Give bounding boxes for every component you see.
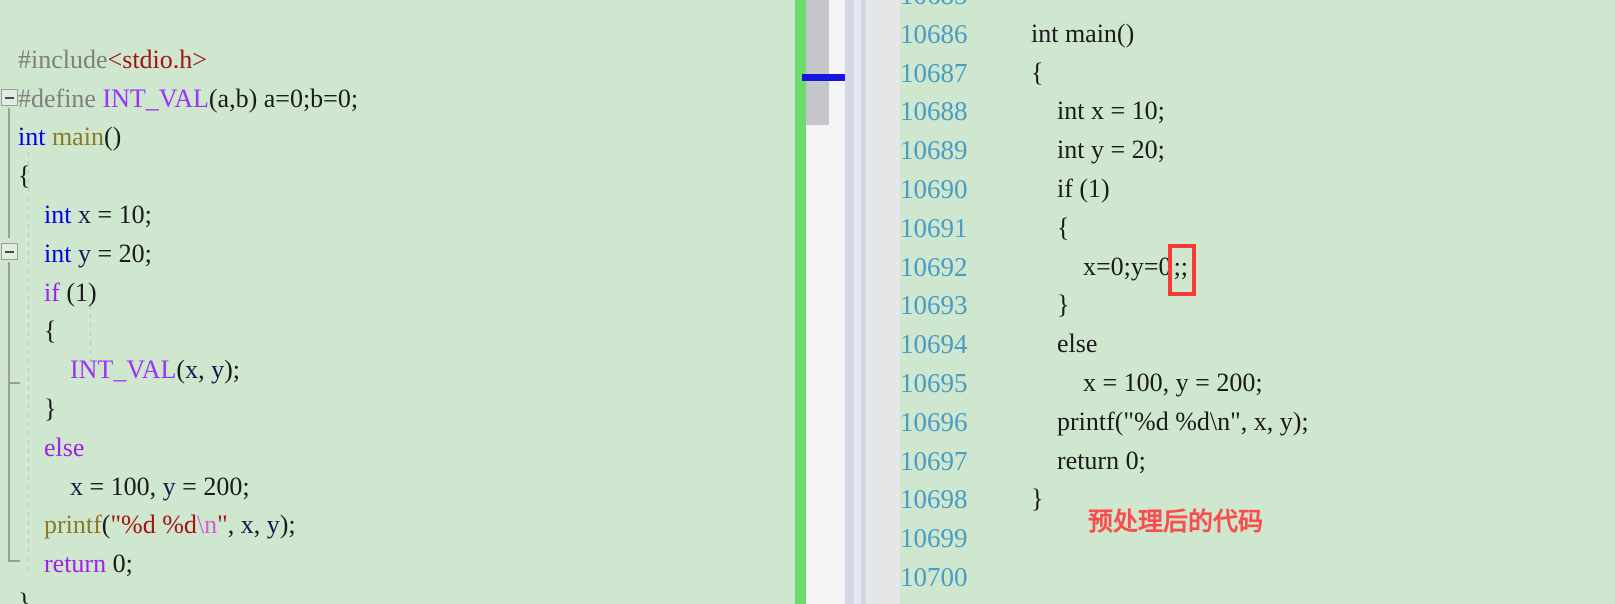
code-folding-gutter[interactable] xyxy=(0,0,20,604)
preprocessed-code-text: x = 100, y = 200; xyxy=(1018,367,1263,397)
preprocessed-row[interactable]: 10688 int x = 10; xyxy=(900,92,1615,131)
scrollbar-position-marker[interactable] xyxy=(802,74,848,81)
code-segment: x=0;y=0 xyxy=(1018,251,1172,281)
preprocessed-row[interactable]: 10685 xyxy=(900,0,1615,15)
code-line-3: int main() xyxy=(18,122,122,152)
preprocessed-code-text: int y = 20; xyxy=(1018,135,1165,165)
code-line-6: int y = 20; xyxy=(44,238,152,268)
highlight-annotation-box: ;; xyxy=(1167,243,1197,297)
code-line-1: #include<stdio.h> xyxy=(18,44,207,74)
preprocessed-row[interactable]: 10689 int y = 20; xyxy=(900,131,1615,170)
code-line-2: #define INT_VAL(a,b) a=0;b=0; xyxy=(18,83,359,113)
preprocessed-row[interactable]: 10695 x = 100, y = 200; xyxy=(900,364,1615,403)
preprocessed-output-view[interactable]: 1068510686 int main()10687 {10688 int x … xyxy=(900,0,1615,604)
line-number: 10691 xyxy=(900,212,968,243)
preprocessed-row[interactable]: 10691 { xyxy=(900,209,1615,248)
preprocessed-row[interactable]: 10700 xyxy=(900,558,1615,597)
line-number: 10690 xyxy=(900,173,968,204)
preprocessed-row[interactable]: 10686 int main() xyxy=(900,15,1615,54)
preprocessed-code-note: 预处理后的代码 xyxy=(1088,507,1264,536)
preprocessed-code-text: return 0; xyxy=(1018,445,1146,475)
preprocessed-code-text: { xyxy=(1018,212,1070,242)
preprocessed-code-text: if (1) xyxy=(1018,173,1110,203)
source-code-text[interactable]: #include<stdio.h> #define INT_VAL(a,b) a=… xyxy=(18,0,795,604)
line-number: 10698 xyxy=(900,484,968,515)
line-number: 10696 xyxy=(900,406,968,437)
preprocessed-row[interactable]: 10690 if (1) xyxy=(900,170,1615,209)
right-pane-gutter xyxy=(866,0,900,604)
line-number: 10700 xyxy=(900,561,968,592)
preprocessed-code-text: { xyxy=(1018,57,1044,87)
preprocessed-code-text: printf("%d %d\n", x, y); xyxy=(1018,406,1309,436)
preprocessed-row[interactable]: 10696 printf("%d %d\n", x, y); xyxy=(900,403,1615,442)
preprocessed-row[interactable]: 10692 x=0;y=0;; xyxy=(900,243,1615,297)
preprocessed-row[interactable]: 10694 else xyxy=(900,325,1615,364)
screenshot-root: #include<stdio.h> #define INT_VAL(a,b) a=… xyxy=(0,0,1615,604)
preprocessed-row[interactable]: 10687 { xyxy=(900,54,1615,93)
vertical-scrollbar-thumb[interactable] xyxy=(806,0,829,125)
fold-marker-if[interactable] xyxy=(1,243,18,260)
code-line-13: printf("%d %d\n", x, y); xyxy=(44,510,296,540)
code-line-5: int x = 10; xyxy=(44,199,152,229)
line-number: 10697 xyxy=(900,445,968,476)
code-line-12: x = 100, y = 200; xyxy=(70,471,250,501)
line-number: 10694 xyxy=(900,329,968,360)
code-line-10: } xyxy=(18,393,57,423)
change-indicator-bar xyxy=(795,0,806,604)
fold-marker-main[interactable] xyxy=(1,89,18,106)
code-line-4: { xyxy=(18,161,31,191)
code-line-7: if (1) xyxy=(44,277,97,307)
code-line-14: return 0; xyxy=(44,549,133,579)
line-number: 10693 xyxy=(900,290,968,321)
line-number: 10692 xyxy=(900,251,968,282)
preprocessed-code-text: } xyxy=(1018,484,1044,514)
pane-divider-middle xyxy=(854,0,861,604)
preprocessed-code-text: int main() xyxy=(1018,18,1135,48)
pane-divider-left[interactable] xyxy=(845,0,854,604)
line-number: 10695 xyxy=(900,367,968,398)
line-number: 10688 xyxy=(900,96,968,127)
source-code-editor[interactable]: #include<stdio.h> #define INT_VAL(a,b) a=… xyxy=(0,0,795,604)
line-number: 10699 xyxy=(900,523,968,554)
code-line-8: { xyxy=(18,316,57,346)
line-number: 10685 xyxy=(900,0,1018,15)
fold-rail-main-lower xyxy=(8,262,10,562)
code-line-9: INT_VAL(x, y); xyxy=(70,355,240,385)
preprocessed-code-text: int x = 10; xyxy=(1018,96,1165,126)
preprocessed-row[interactable]: 10693 } xyxy=(900,286,1615,325)
fold-rail-main-upper xyxy=(8,108,10,238)
code-line-11: else xyxy=(44,432,85,462)
line-number: 10689 xyxy=(900,135,968,166)
preprocessed-code-text: } xyxy=(1018,290,1070,320)
line-number: 10687 xyxy=(900,57,968,88)
line-number: 10686 xyxy=(900,18,968,49)
code-line-15: } xyxy=(18,587,31,604)
preprocessed-code-text: else xyxy=(1018,329,1098,359)
preprocessed-row[interactable]: 10697 return 0; xyxy=(900,442,1615,481)
